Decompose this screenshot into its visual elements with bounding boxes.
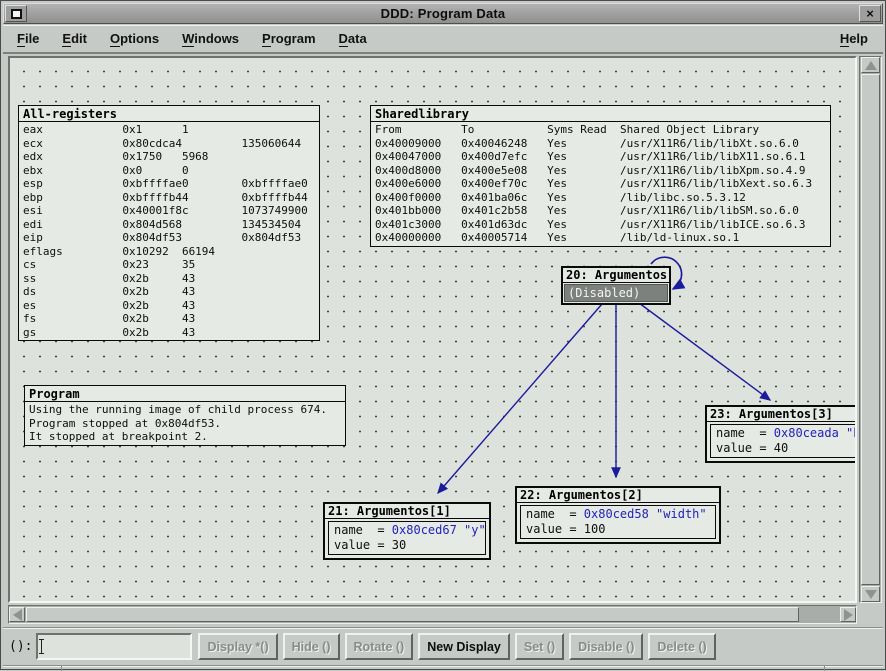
edge-20-23 [639,303,770,400]
resize-notch-right [824,666,825,671]
menu-data[interactable]: Data [330,28,376,49]
scroll-down-button[interactable] [861,586,880,602]
right-arrow-icon [844,609,853,621]
sharedlibrary-table: From To Syms Read Shared Object Library … [371,122,830,246]
window-menu-button[interactable] [5,5,27,22]
disable-button[interactable]: Disable () [569,633,643,660]
node-values: name = 0x80ceada "h value = 40 [710,424,857,458]
display-action-bar: (): Display *() Hide () Rotate () New Di… [3,627,883,665]
node-title: 22: Argumentos[2] [517,488,719,503]
field-name-pointer: 0x80ced67 "y" [392,523,486,537]
display-title: Program [25,386,345,402]
display-title: Sharedlibrary [371,106,830,122]
rotate-button[interactable]: Rotate () [345,633,414,660]
node-title: 20: Argumentos [563,268,669,283]
display-node-21-argumentos-1[interactable]: 21: Argumentos[1] name = 0x80ced67 "y" v… [323,502,491,560]
menu-windows[interactable]: Windows [173,28,248,49]
close-button[interactable]: × [859,5,881,22]
left-arrow-icon [13,609,22,621]
menu-program[interactable]: Program [253,28,324,49]
node-status-disabled[interactable]: (Disabled) [564,284,668,302]
field-name-label: name = [526,507,584,521]
field-name-pointer: 0x80ceada "h [774,426,857,440]
field-value: value = 100 [526,522,605,536]
text-cursor [41,639,42,654]
display-node-23-argumentos-3[interactable]: 23: Argumentos[3] name = 0x80ceada "h va… [705,405,857,463]
menu-options[interactable]: Options [101,28,168,49]
registers-list: eax 0x1 1 ecx 0x80cdca4 135060644 edx 0x… [19,122,319,340]
data-display-canvas[interactable]: All-registers eax 0x1 1 ecx 0x80cdca4 13… [8,56,857,603]
scroll-right-button[interactable] [840,607,856,622]
resize-notch-left [61,666,62,671]
node-values: name = 0x80ced58 "width" value = 100 [520,505,716,539]
argument-input[interactable] [36,633,192,660]
display-title: All-registers [19,106,319,122]
menu-edit[interactable]: Edit [53,28,96,49]
edge-20-21 [438,304,602,493]
display-sharedlibrary[interactable]: Sharedlibrary From To Syms Read Shared O… [370,105,831,247]
field-value: value = 40 [716,441,788,455]
scroll-left-button[interactable] [9,607,25,622]
down-arrow-icon [865,590,877,599]
display-program[interactable]: Program Using the running image of child… [24,385,346,446]
node-values: name = 0x80ced67 "y" value = 30 [328,521,486,555]
display-button[interactable]: Display *() [198,633,277,660]
field-value: value = 30 [334,538,406,552]
new-display-button[interactable]: New Display [418,633,510,660]
set-button[interactable]: Set () [515,633,564,660]
horizontal-scrollbar[interactable] [8,605,857,624]
horizontal-scroll-thumb[interactable] [26,607,799,622]
hide-button[interactable]: Hide () [283,633,340,660]
window-title: DDD: Program Data [27,6,859,21]
window-resize-edge[interactable] [3,665,883,670]
vertical-scrollbar[interactable] [859,56,882,603]
scroll-up-button[interactable] [861,57,880,73]
field-name-pointer: 0x80ced58 "width" [584,507,707,521]
display-node-20-argumentos[interactable]: 20: Argumentos (Disabled) [561,266,671,305]
argument-prompt: (): [9,639,32,654]
ddd-program-data-window: DDD: Program Data × File Edit Options Wi… [0,0,886,670]
menubar: File Edit Options Windows Program Data H… [3,25,883,54]
field-name-label: name = [334,523,392,537]
titlebar[interactable]: DDD: Program Data × [3,3,883,24]
field-name-label: name = [716,426,774,440]
display-all-registers[interactable]: All-registers eax 0x1 1 ecx 0x80cdca4 13… [18,105,320,341]
up-arrow-icon [865,61,877,70]
program-status-text: Using the running image of child process… [25,402,345,445]
node-title: 23: Argumentos[3] [707,407,857,422]
vertical-scroll-thumb[interactable] [861,74,880,585]
menu-file[interactable]: File [8,28,48,49]
menu-help[interactable]: Help [831,28,877,49]
window-menu-icon [11,9,22,19]
node-title: 21: Argumentos[1] [325,504,489,519]
delete-button[interactable]: Delete () [648,633,715,660]
display-node-22-argumentos-2[interactable]: 22: Argumentos[2] name = 0x80ced58 "widt… [515,486,721,544]
